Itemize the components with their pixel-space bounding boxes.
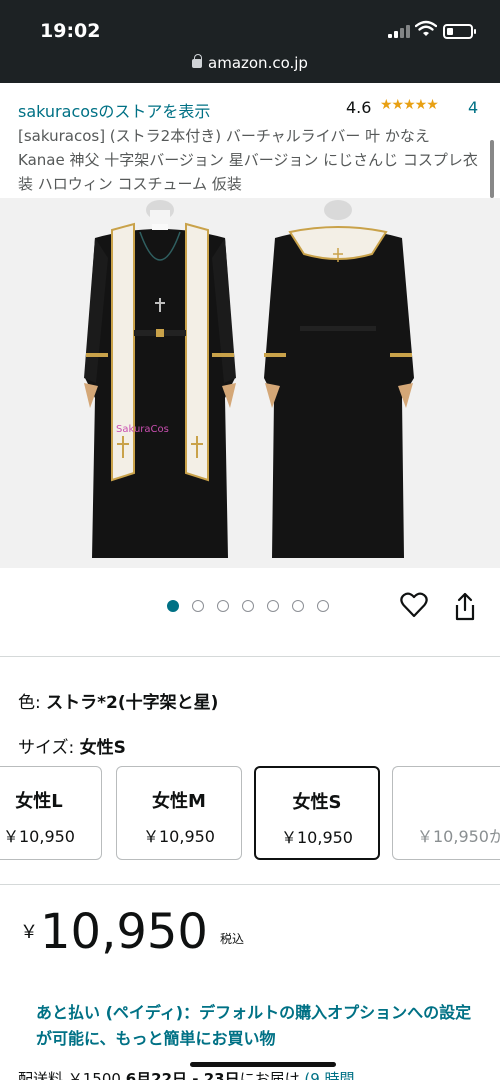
size-option-more[interactable]: ￥10,950から: [392, 766, 500, 860]
heart-icon[interactable]: [400, 592, 428, 618]
battery-icon: [443, 24, 476, 39]
url-text: amazon.co.jp: [208, 54, 308, 72]
size-option-female-l[interactable]: 女性L ￥10,950: [0, 766, 102, 860]
shipping-fee: 配送料 ￥1500: [18, 1070, 121, 1080]
product-title: [sakuracos] (ストラ2本付き) バーチャルライバー 叶 かなえ Ka…: [18, 127, 478, 193]
image-watermark: SakuraCos: [116, 424, 169, 435]
size-option-name: 女性S: [292, 792, 342, 813]
size-option-price: ￥10,950: [143, 827, 215, 846]
cassock-photo: SakuraCos: [0, 198, 500, 568]
size-option-price: ￥10,950から: [417, 827, 500, 846]
carousel-dot[interactable]: [317, 600, 329, 612]
address-bar[interactable]: amazon.co.jp: [0, 54, 500, 72]
carousel-dot[interactable]: [242, 600, 254, 612]
size-option-female-s[interactable]: 女性S ￥10,950: [254, 766, 380, 860]
store-link[interactable]: sakuracosのストアを表示: [18, 98, 210, 122]
wifi-icon: [415, 20, 437, 36]
clock: 19:02: [40, 20, 101, 42]
carousel-dot[interactable]: [292, 600, 304, 612]
size-option-price: ￥10,950: [281, 828, 353, 847]
color-selection: 色: ストラ*2(十字架と星): [18, 688, 218, 713]
rating-value: 4.6: [346, 98, 372, 117]
status-and-url-bar: 19:02 amazon.co.jp: [0, 0, 500, 83]
product-image[interactable]: SakuraCos: [0, 198, 500, 568]
size-option-female-m[interactable]: 女性M ￥10,950: [116, 766, 242, 860]
rating-count-link[interactable]: 4: [468, 98, 478, 117]
divider: [0, 656, 500, 657]
shipping-info: 配送料 ￥1500 6月22日 - 23日にお届け (9 時間: [18, 1068, 355, 1080]
divider: [0, 884, 500, 885]
scrollbar[interactable]: [490, 140, 494, 198]
star-rating-icon[interactable]: ★★★★★: [380, 97, 439, 113]
price-value: 10,950: [40, 904, 208, 960]
delivery-time-left: (9 時間: [304, 1070, 355, 1080]
carousel-dot[interactable]: [192, 600, 204, 612]
tax-label: 税込: [220, 932, 245, 946]
price-currency: ￥: [20, 922, 38, 943]
color-label: 色:: [18, 693, 47, 713]
color-value: ストラ*2(十字架と星): [46, 693, 219, 713]
cellular-signal-icon: [388, 24, 410, 38]
carousel-dot[interactable]: [217, 600, 229, 612]
home-indicator[interactable]: [190, 1062, 336, 1067]
delivery-suffix: にお届け: [239, 1070, 300, 1080]
paidy-link[interactable]: あと払い (ペイディ)：デフォルトの購入オプションへの設定が可能に、もっと簡単に…: [36, 1000, 476, 1052]
size-label: サイズ:: [18, 738, 80, 758]
lock-icon: [192, 54, 203, 68]
carousel-dot[interactable]: [267, 600, 279, 612]
size-value: 女性S: [79, 738, 126, 758]
delivery-date: 6月22日 - 23日: [125, 1070, 240, 1080]
size-option-name: 女性M: [152, 791, 206, 812]
share-icon[interactable]: [452, 592, 478, 622]
carousel-dot[interactable]: [167, 600, 179, 612]
size-selection: サイズ: 女性S: [18, 733, 126, 758]
size-option-price: ￥10,950: [3, 827, 75, 846]
size-option-name: 女性L: [15, 791, 63, 812]
